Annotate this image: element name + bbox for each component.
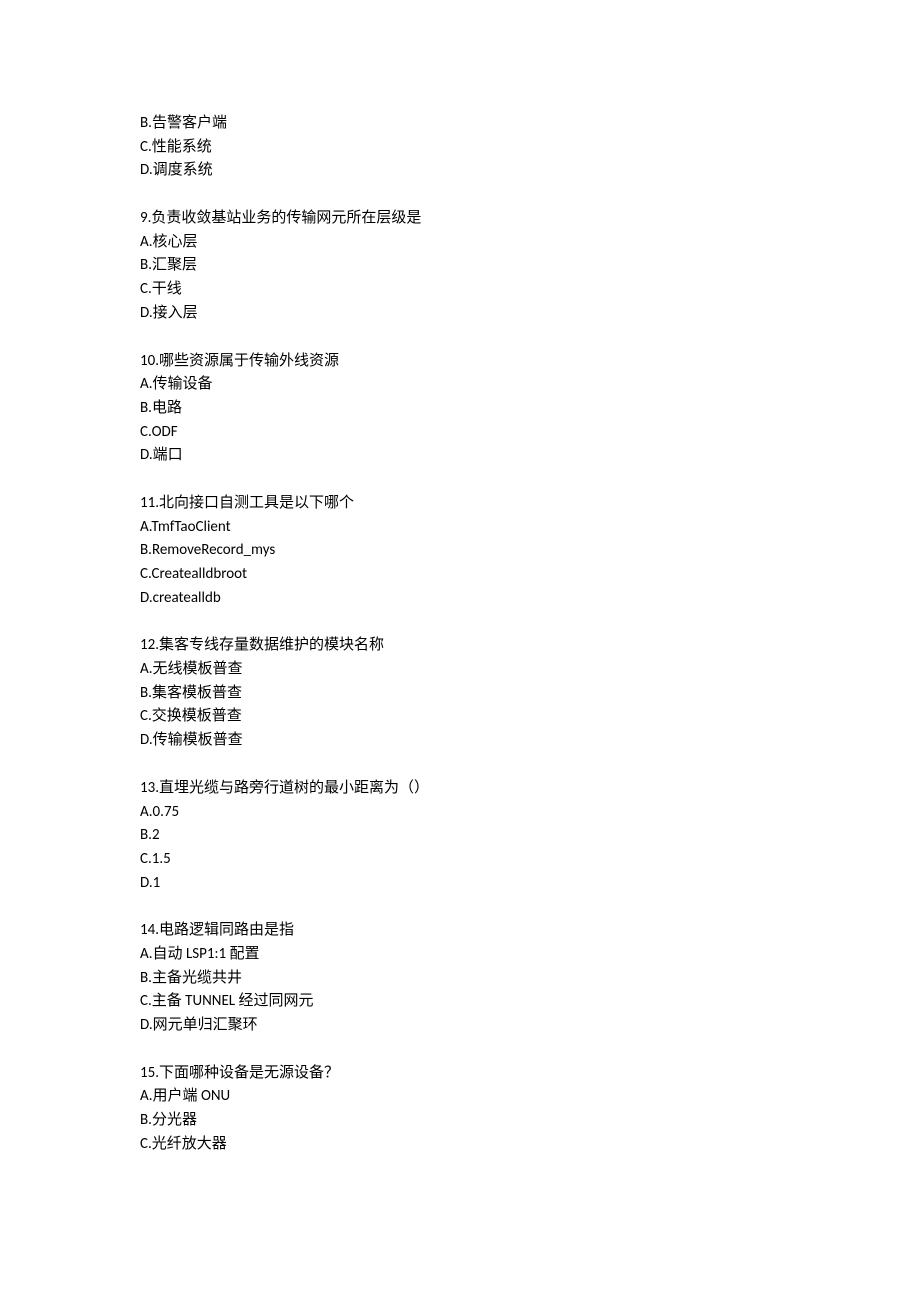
option-text: D.调度系统 <box>140 159 780 183</box>
option-text: A.用户端 ONU <box>140 1085 780 1109</box>
option-text: B.告警客户端 <box>140 112 780 136</box>
question-block: 11.北向接口自测工具是以下哪个 A.TmfTaoClient B.Remove… <box>140 492 780 610</box>
option-text: C.主备 TUNNEL 经过同网元 <box>140 990 780 1014</box>
option-text: D.接入层 <box>140 302 780 326</box>
question-stem: 13.直埋光缆与路旁行道树的最小距离为（） <box>140 777 780 801</box>
option-text: B.RemoveRecord_mys <box>140 539 780 563</box>
option-text: D.网元单归汇聚环 <box>140 1014 780 1038</box>
option-text: B.主备光缆共井 <box>140 967 780 991</box>
option-text: B.2 <box>140 824 780 848</box>
option-text: B.集客模板普查 <box>140 682 780 706</box>
option-text: C.ODF <box>140 421 780 445</box>
option-text: A.TmfTaoClient <box>140 516 780 540</box>
option-text: C.性能系统 <box>140 136 780 160</box>
option-text: A.无线模板普查 <box>140 658 780 682</box>
question-block: 12.集客专线存量数据维护的模块名称 A.无线模板普查 B.集客模板普查 C.交… <box>140 634 780 752</box>
intro-option-block: B.告警客户端 C.性能系统 D.调度系统 <box>140 112 780 183</box>
question-block: 9.负责收敛基站业务的传输网元所在层级是 A.核心层 B.汇聚层 C.干线 D.… <box>140 207 780 325</box>
question-stem: 14.电路逻辑同路由是指 <box>140 919 780 943</box>
option-text: B.分光器 <box>140 1109 780 1133</box>
question-block: 13.直埋光缆与路旁行道树的最小距离为（） A.0.75 B.2 C.1.5 D… <box>140 777 780 895</box>
option-text: C.干线 <box>140 278 780 302</box>
question-stem: 9.负责收敛基站业务的传输网元所在层级是 <box>140 207 780 231</box>
option-text: A.传输设备 <box>140 373 780 397</box>
option-text: C.交换模板普查 <box>140 705 780 729</box>
question-stem: 11.北向接口自测工具是以下哪个 <box>140 492 780 516</box>
option-text: C.1.5 <box>140 848 780 872</box>
question-block: 10.哪些资源属于传输外线资源 A.传输设备 B.电路 C.ODF D.端口 <box>140 350 780 468</box>
option-text: A.核心层 <box>140 231 780 255</box>
option-text: C.光纤放大器 <box>140 1133 780 1157</box>
question-block: 14.电路逻辑同路由是指 A.自动 LSP1:1 配置 B.主备光缆共井 C.主… <box>140 919 780 1037</box>
option-text: D.createalldb <box>140 587 780 611</box>
option-text: C.Createalldbroot <box>140 563 780 587</box>
option-text: B.汇聚层 <box>140 254 780 278</box>
question-block: 15.下面哪种设备是无源设备？ A.用户端 ONU B.分光器 C.光纤放大器 <box>140 1062 780 1157</box>
question-stem: 10.哪些资源属于传输外线资源 <box>140 350 780 374</box>
option-text: D.传输模板普查 <box>140 729 780 753</box>
option-text: B.电路 <box>140 397 780 421</box>
option-text: A.自动 LSP1:1 配置 <box>140 943 780 967</box>
question-stem: 12.集客专线存量数据维护的模块名称 <box>140 634 780 658</box>
option-text: A.0.75 <box>140 801 780 825</box>
option-text: D.端口 <box>140 444 780 468</box>
document-page: B.告警客户端 C.性能系统 D.调度系统 9.负责收敛基站业务的传输网元所在层… <box>0 0 920 1302</box>
question-stem: 15.下面哪种设备是无源设备？ <box>140 1062 780 1086</box>
option-text: D.1 <box>140 872 780 896</box>
